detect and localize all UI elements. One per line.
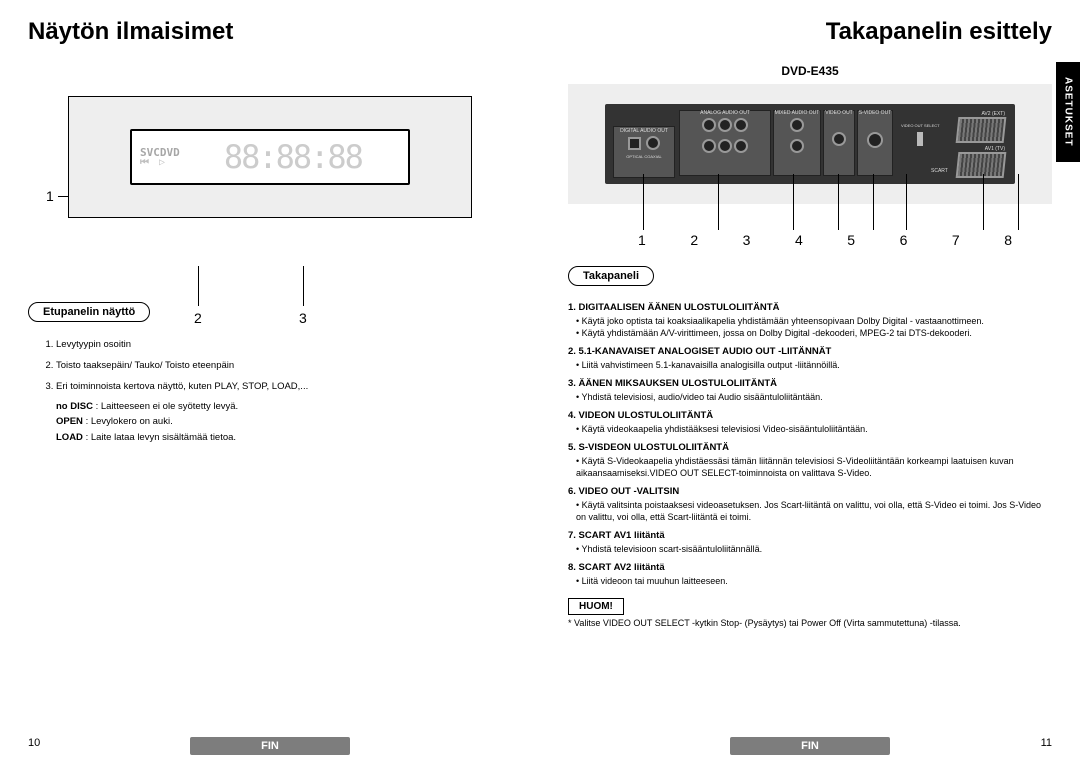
side-tab: ASETUKSET xyxy=(1056,62,1080,162)
callout-1: 1 xyxy=(46,188,54,204)
front-display-diagram: SVCDVD ⏮ ▷ 88:88:88 xyxy=(68,96,472,218)
video-out-select-switch xyxy=(917,132,923,146)
front-item-2: Toisto taaksepäin/ Tauko/ Toisto eteenpä… xyxy=(56,357,512,374)
rc-4: 4 xyxy=(795,232,803,248)
coaxial-port xyxy=(646,136,660,150)
scart-av2 xyxy=(956,117,1007,143)
optical-port xyxy=(628,137,641,150)
note-label: HUOM! xyxy=(568,598,624,615)
scart-block: AV2 (EXT) AV1 (TV) SCART xyxy=(957,112,1005,178)
left-page: Näytön ilmaisimet 1 SVCDVD ⏮ ▷ 88:88:88 … xyxy=(0,0,540,765)
rear-subheading: Takapaneli xyxy=(568,266,654,286)
right-title: Takapanelin esittely xyxy=(568,18,1052,46)
rear-diagram: DIGITAL AUDIO OUT OPTICAL COAXIAL ANALOG… xyxy=(568,84,1052,204)
page-number-right: 11 xyxy=(1041,737,1052,749)
front-diagram-area: 1 SVCDVD ⏮ ▷ 88:88:88 2 3 xyxy=(28,96,512,218)
disc-type-indicator: SVCDVD ⏮ ▷ xyxy=(140,147,180,168)
video-out-port xyxy=(832,132,846,146)
disc-type-row2: ⏮ ▷ xyxy=(140,158,180,168)
front-item-3: Eri toiminnoista kertova näyttö, kuten P… xyxy=(56,378,512,445)
callout-3: 3 xyxy=(299,310,307,326)
front-sublines: no DISC : Laitteeseen ei ole syötetty le… xyxy=(56,399,512,445)
seven-segment-display: 88:88:88 xyxy=(186,141,400,173)
disc-type-row1: SVCDVD xyxy=(140,147,180,158)
rc-8: 8 xyxy=(1004,232,1012,248)
svideo-port xyxy=(867,132,883,148)
rear-panel: DIGITAL AUDIO OUT OPTICAL COAXIAL ANALOG… xyxy=(605,104,1015,184)
rear-callouts: 1 2 3 4 5 6 7 8 xyxy=(568,232,1052,248)
rear-list: 1. DIGITAALISEN ÄÄNEN ULOSTULOLIITÄNTÄ K… xyxy=(568,302,1052,587)
right-page: Takapanelin esittely ASETUKSET DVD-E435 … xyxy=(540,0,1080,765)
lead-line xyxy=(303,266,304,306)
callout-2: 2 xyxy=(194,310,202,326)
lang-footer-left: FIN xyxy=(190,737,350,755)
front-subheading: Etupanelin näyttö xyxy=(28,302,150,322)
left-title: Näytön ilmaisimet xyxy=(28,18,512,46)
model-label: DVD-E435 xyxy=(568,64,1052,78)
rc-6: 6 xyxy=(900,232,908,248)
lead-line xyxy=(198,266,199,306)
rc-7: 7 xyxy=(952,232,960,248)
rc-2: 2 xyxy=(690,232,698,248)
lang-footer-right: FIN xyxy=(730,737,890,755)
rc-1: 1 xyxy=(638,232,646,248)
manual-spread: Näytön ilmaisimet 1 SVCDVD ⏮ ▷ 88:88:88 … xyxy=(0,0,1080,765)
front-list: Levytyypin osoitin Toisto taaksepäin/ Ta… xyxy=(28,336,512,445)
front-lcd: SVCDVD ⏮ ▷ 88:88:88 xyxy=(130,129,410,185)
front-item-1: Levytyypin osoitin xyxy=(56,336,512,353)
rc-3: 3 xyxy=(743,232,751,248)
scart-av1 xyxy=(956,152,1007,178)
note-text: Valitse VIDEO OUT SELECT -kytkin Stop- (… xyxy=(568,618,1052,630)
page-number-left: 10 xyxy=(28,737,40,749)
rc-5: 5 xyxy=(847,232,855,248)
